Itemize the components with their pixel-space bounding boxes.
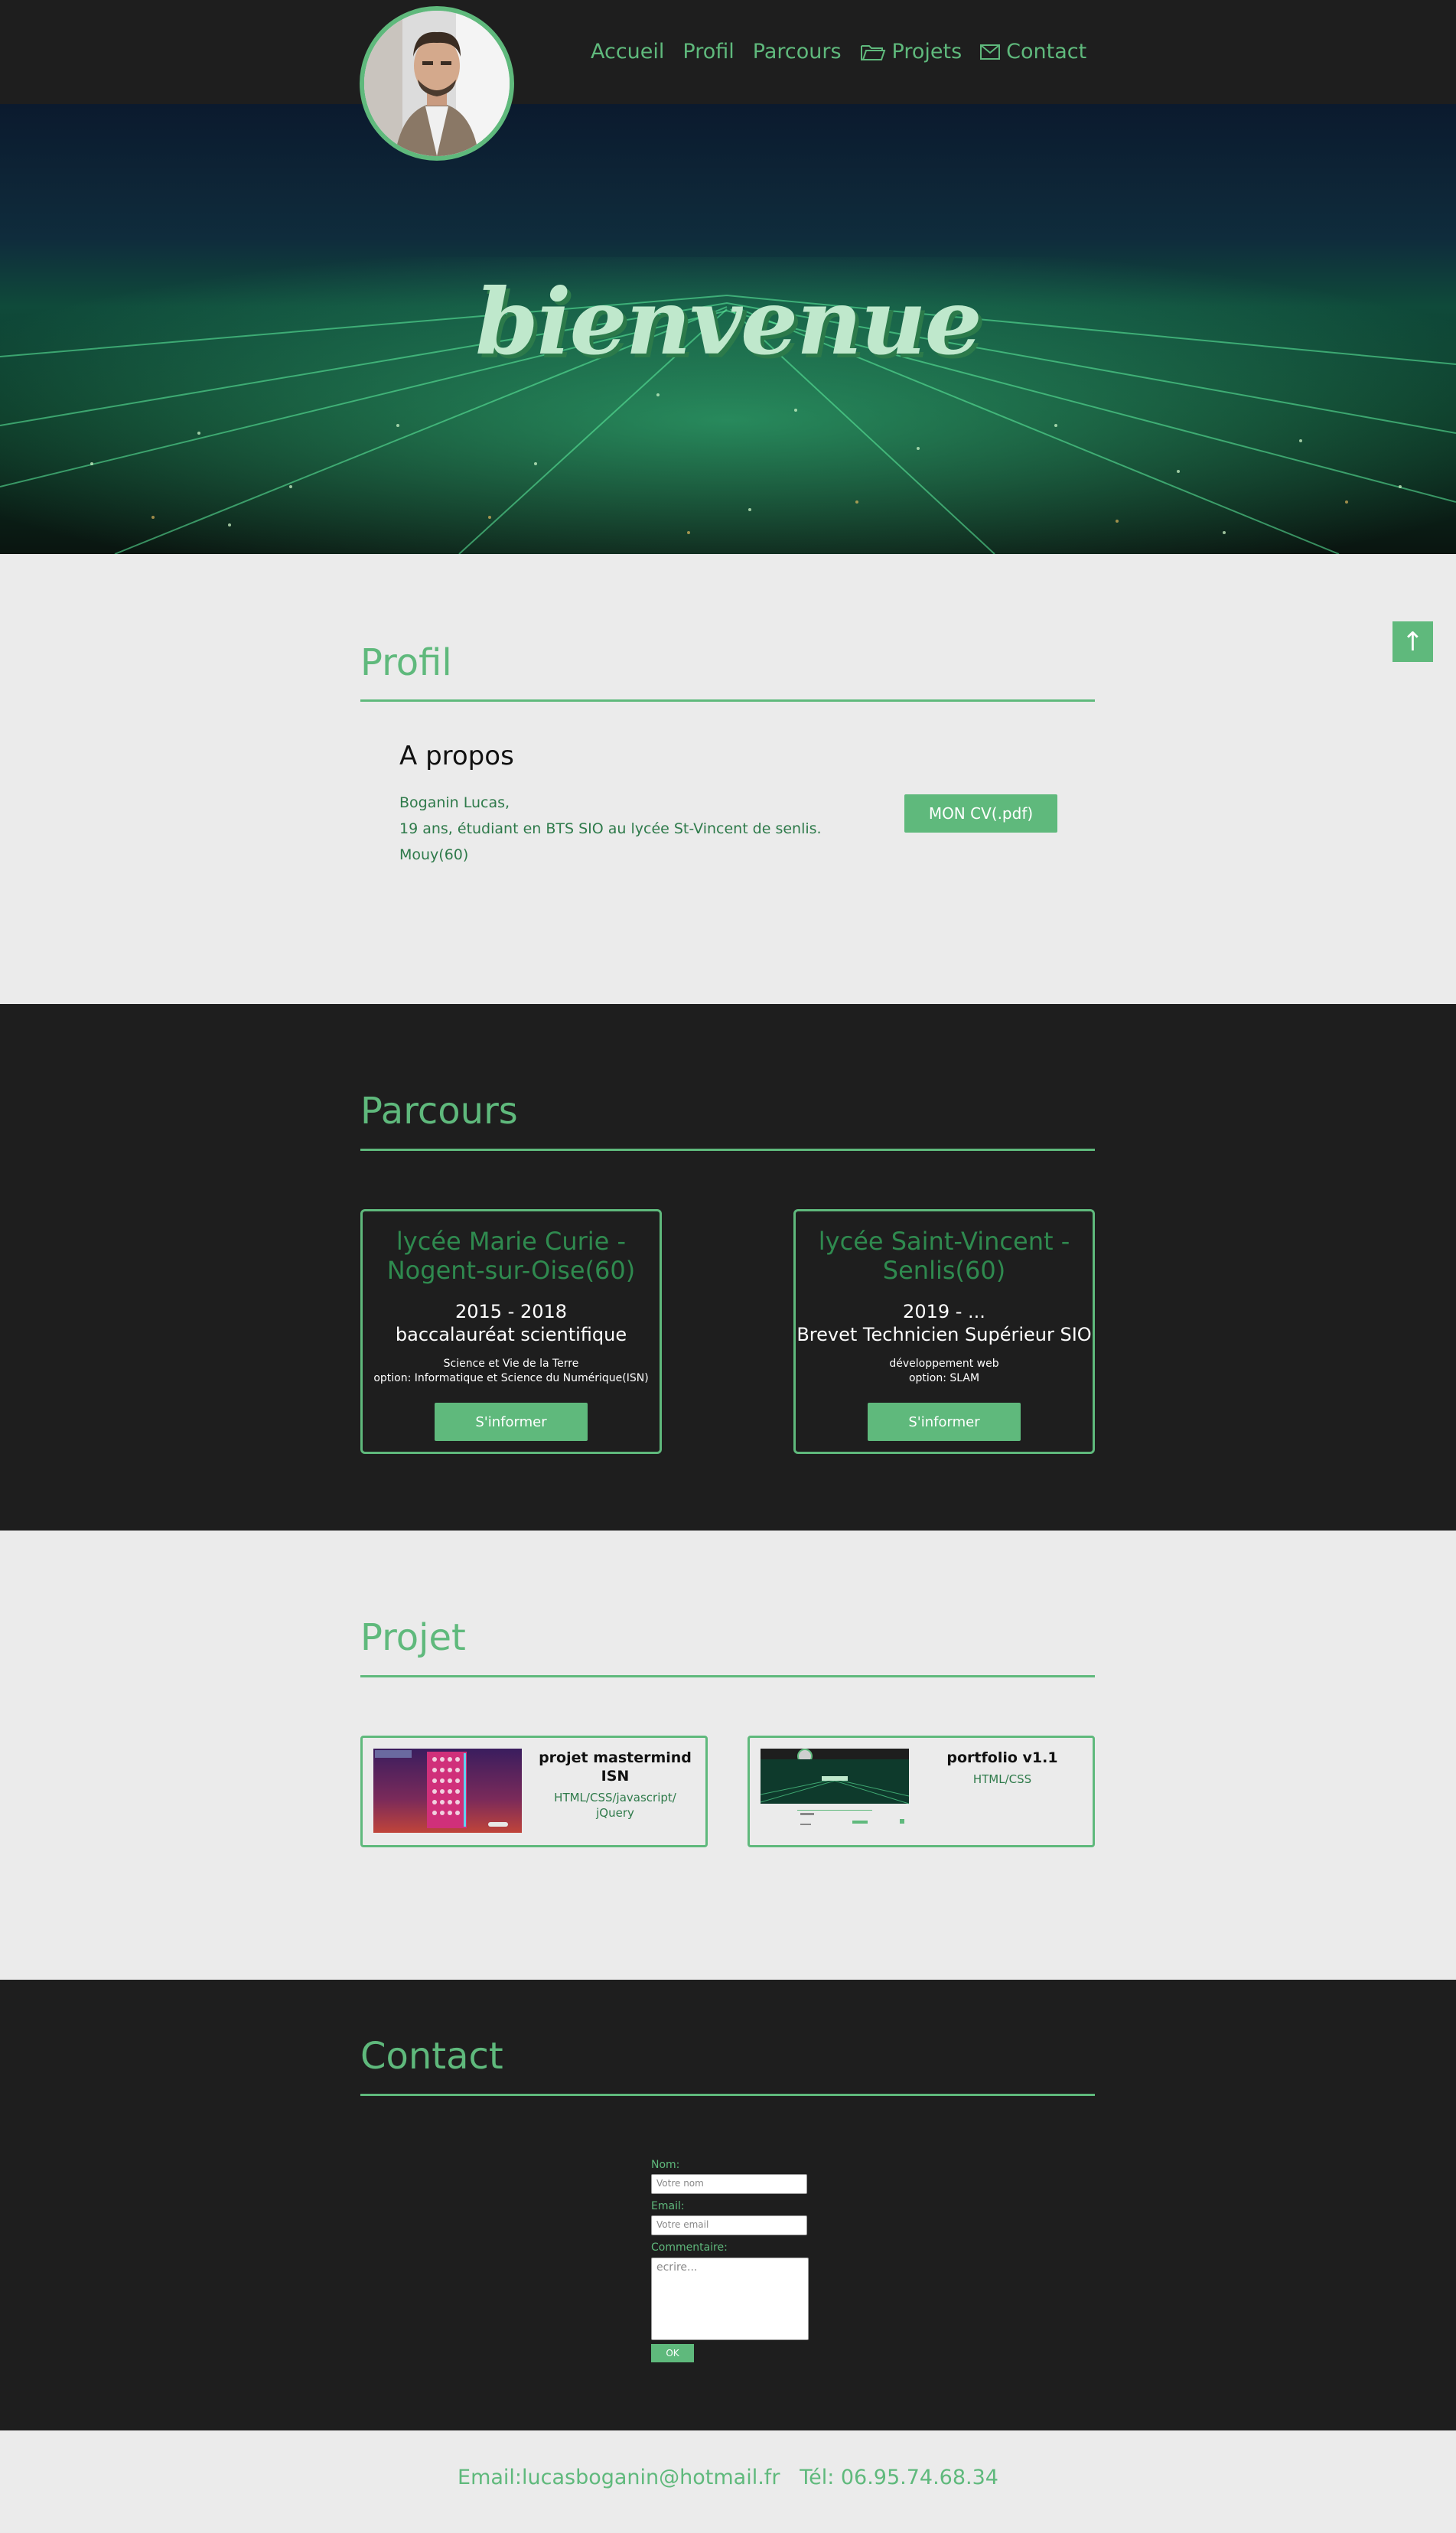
parcours-section: Parcours lycée Marie Curie - Nogent-sur-… <box>0 1004 1456 1531</box>
card-option: option: Informatique et Science du Numér… <box>373 1372 649 1384</box>
footer-contact-line: Email:lucasboganin@hotmail.fr Tél: 06.95… <box>0 2466 1456 2489</box>
card-detail: Science et Vie de la Terre <box>443 1358 579 1370</box>
folder-icon <box>860 44 885 60</box>
footer-phone: Tél: 06.95.74.68.34 <box>800 2466 998 2489</box>
contact-section: Contact Nom: Votre nom Email: Votre emai… <box>0 1980 1456 2430</box>
card-detail: développement web <box>889 1358 999 1370</box>
site-footer: Email:lucasboganin@hotmail.fr Tél: 06.95… <box>0 2430 1456 2533</box>
project-tech: HTML/CSS/javascript/ jQuery <box>554 1791 676 1820</box>
card-degree: Brevet Technicien Supérieur SIO <box>796 1324 1092 1345</box>
parcours-card: lycée Saint-Vincent - Senlis(60) 2019 - … <box>793 1209 1095 1454</box>
card-option: option: SLAM <box>908 1372 980 1384</box>
about-location: Mouy(60) <box>399 846 469 863</box>
projet-title: Projet <box>360 1616 466 1659</box>
site-header: Accueil Profil Parcours Projets Contact <box>0 0 1456 104</box>
portfolio-thumbnail <box>761 1749 909 1833</box>
card-degree: baccalauréat scientifique <box>395 1324 627 1345</box>
projet-divider <box>360 1675 1095 1677</box>
arrow-up-icon: ↑ <box>1402 626 1424 657</box>
card-years: 2019 - ... <box>903 1301 985 1322</box>
project-card[interactable]: projet mastermind ISN HTML/CSS/javascrip… <box>360 1736 708 1847</box>
scroll-top-button[interactable]: ↑ <box>1392 621 1433 662</box>
submit-button[interactable]: OK <box>651 2344 694 2362</box>
email-field[interactable]: Votre email <box>651 2215 807 2235</box>
parcours-title: Parcours <box>360 1090 518 1133</box>
profil-section: Profil A propos Boganin Lucas, 19 ans, é… <box>0 554 1456 1004</box>
projet-section: Projet projet mastermind ISN HTML/CSS/ja… <box>0 1531 1456 1980</box>
nav-contact[interactable]: Contact <box>980 40 1086 64</box>
email-label: Email: <box>651 2200 685 2212</box>
profil-divider <box>360 699 1095 702</box>
card-years: 2015 - 2018 <box>454 1301 568 1322</box>
hero-title: bienvenue <box>475 269 982 375</box>
nav-projets[interactable]: Projets <box>860 40 962 64</box>
contact-divider <box>360 2094 1095 2096</box>
comment-label: Commentaire: <box>651 2241 728 2254</box>
about-study: 19 ans, étudiant en BTS SIO au lycée St-… <box>399 820 822 837</box>
profil-title: Profil <box>360 641 452 684</box>
name-field[interactable]: Votre nom <box>651 2174 807 2194</box>
main-nav: Accueil Profil Parcours Projets Contact <box>591 40 1086 64</box>
footer-email[interactable]: Email:lucasboganin@hotmail.fr <box>458 2466 780 2489</box>
project-title: portfolio v1.1 <box>946 1749 1058 1766</box>
mail-icon <box>980 44 1001 60</box>
nav-profil[interactable]: Profil <box>682 40 734 64</box>
name-label: Nom: <box>651 2159 680 2171</box>
mastermind-thumbnail <box>373 1749 522 1833</box>
parcours-card: lycée Marie Curie - Nogent-sur-Oise(60) … <box>360 1209 662 1454</box>
project-card[interactable]: portfolio v1.1 HTML/CSS <box>748 1736 1095 1847</box>
comment-textarea[interactable]: ecrire... <box>651 2258 809 2340</box>
card-school: lycée Marie Curie - Nogent-sur-Oise(60) <box>386 1227 636 1285</box>
nav-parcours[interactable]: Parcours <box>753 40 842 64</box>
card-school: lycée Saint-Vincent - Senlis(60) <box>818 1227 1070 1285</box>
about-name: Boganin Lucas, <box>399 794 510 811</box>
hero-banner: bienvenue <box>0 104 1456 554</box>
avatar <box>360 6 514 161</box>
about-title: A propos <box>399 741 514 771</box>
project-title: projet mastermind ISN <box>539 1749 692 1785</box>
nav-accueil[interactable]: Accueil <box>591 40 664 64</box>
cv-download-button[interactable]: MON CV(.pdf) <box>904 794 1057 833</box>
project-tech: HTML/CSS <box>972 1772 1032 1786</box>
info-button[interactable]: S'informer <box>435 1403 588 1441</box>
info-button[interactable]: S'informer <box>868 1403 1021 1441</box>
contact-title: Contact <box>360 2035 503 2078</box>
parcours-divider <box>360 1149 1095 1151</box>
avatar-portrait <box>364 11 510 156</box>
